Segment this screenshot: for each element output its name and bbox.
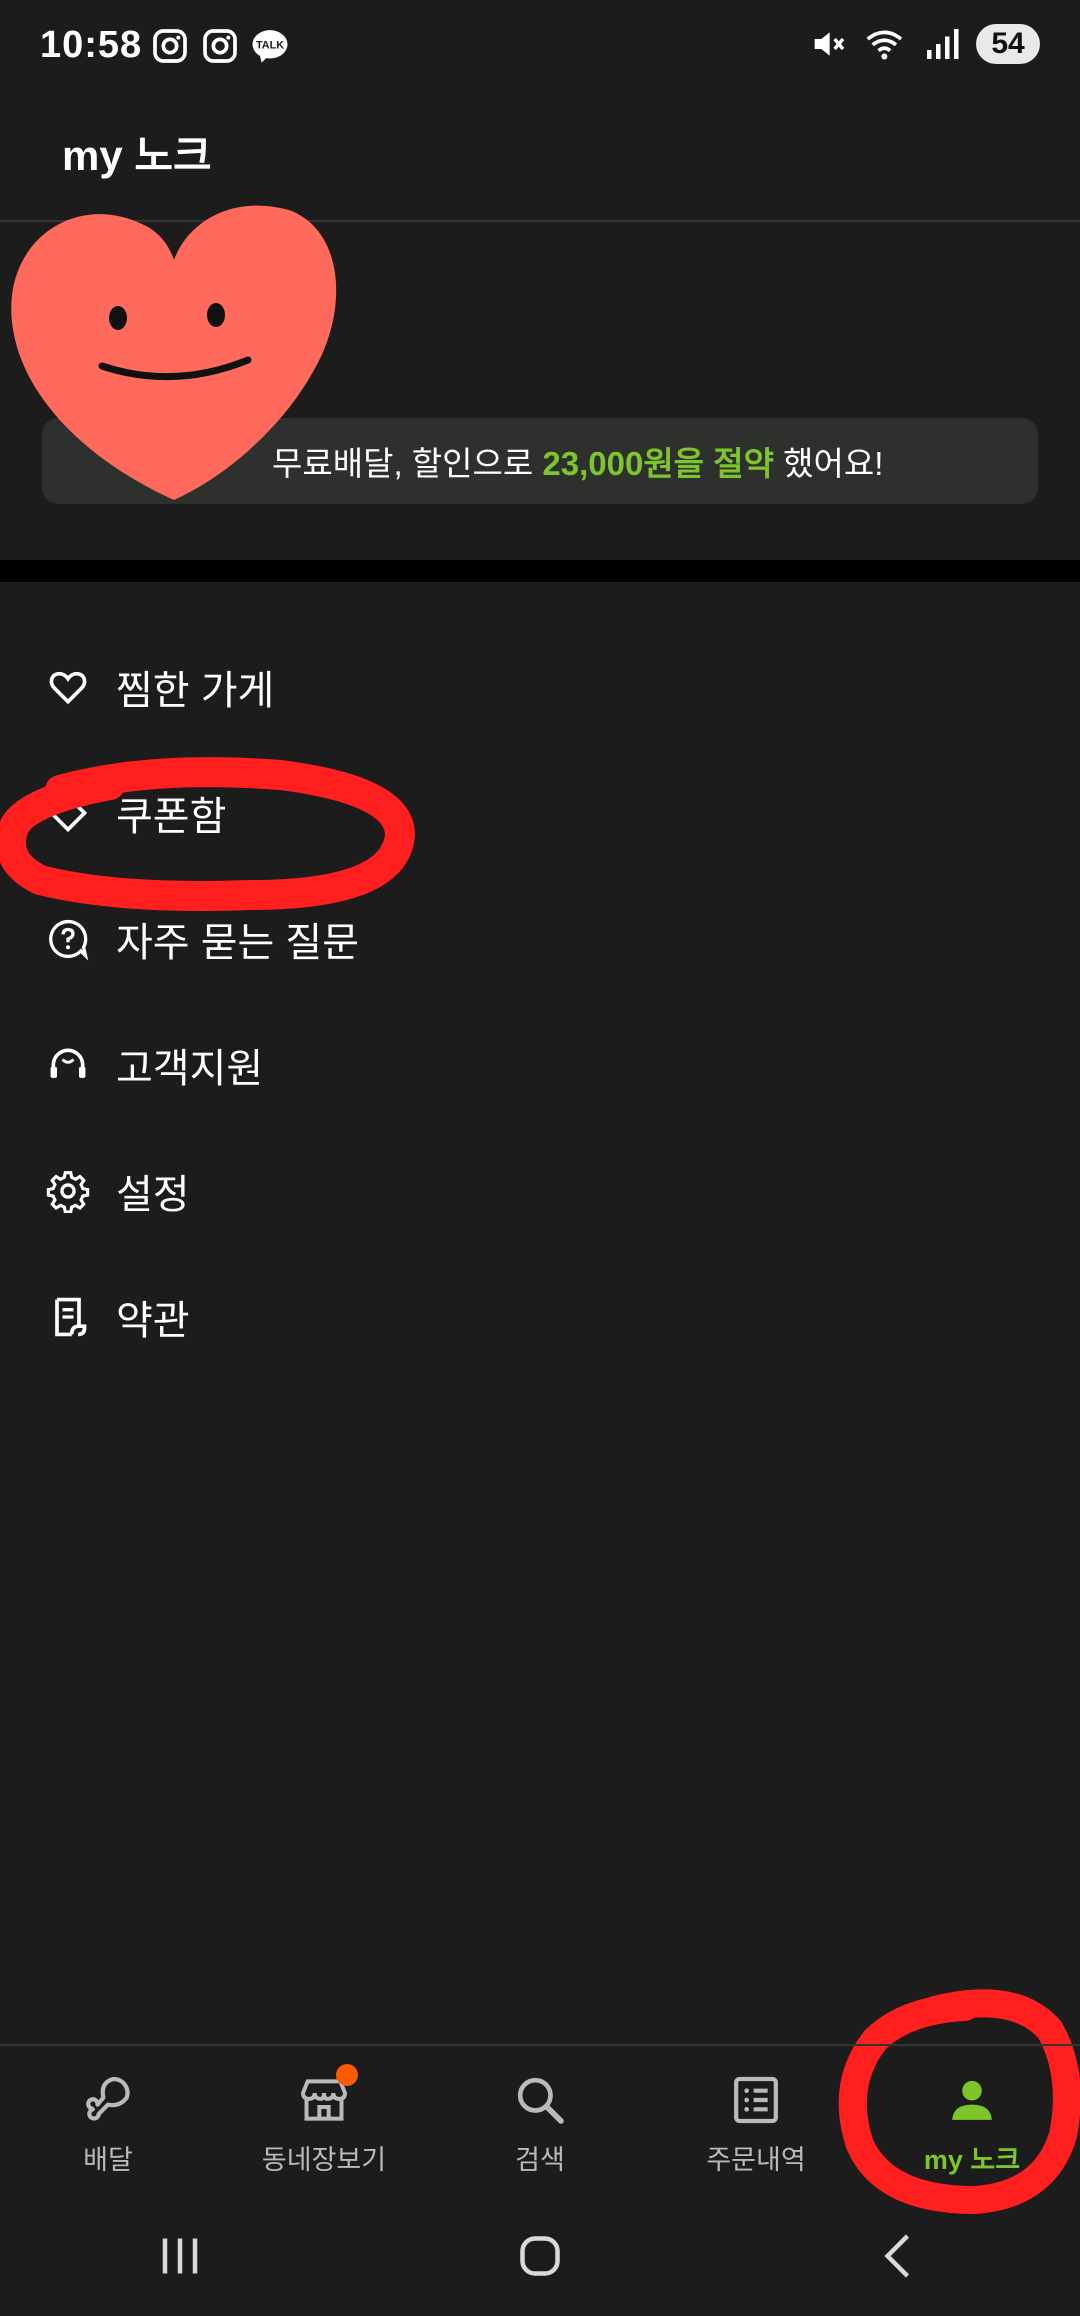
clock: 10:58	[40, 24, 143, 66]
instagram-icon	[203, 29, 237, 63]
coupon-icon	[44, 789, 92, 837]
signal-icon	[927, 29, 959, 59]
nav-tab-search[interactable]: 검색	[432, 2046, 648, 2196]
menu-item-coupons[interactable]: 쿠폰함	[0, 750, 1080, 876]
search-icon	[517, 2077, 564, 2124]
nav-label: 동네장보기	[261, 2145, 387, 2175]
order-list-icon	[734, 2076, 778, 2124]
document-icon	[44, 1293, 92, 1341]
battery-indicator: 54	[976, 24, 1040, 64]
heart-sticker	[11, 205, 337, 500]
section-divider	[0, 560, 1080, 582]
wifi-icon	[866, 30, 903, 60]
headset-icon	[44, 1041, 92, 1089]
mute-icon	[814, 32, 845, 56]
menu-item-settings[interactable]: 설정	[0, 1128, 1080, 1254]
status-bar: 10:58 TALK 54	[0, 0, 1080, 96]
menu-item-faq[interactable]: 자주 묻는 질문	[0, 876, 1080, 1002]
nav-tab-my[interactable]: my 노크	[864, 2046, 1080, 2196]
nav-label: my 노크	[923, 2145, 1021, 2175]
menu-item-label: 약관	[116, 1299, 190, 1343]
nav-tab-orders[interactable]: 주문내역	[648, 2046, 864, 2196]
back-icon[interactable]	[870, 2226, 930, 2286]
chicken-leg-icon	[86, 2076, 130, 2121]
recent-apps-icon[interactable]	[150, 2226, 210, 2286]
menu-list: 찜한 가게 쿠폰함 자주 묻는 질문 고객지원 설정 약관	[0, 624, 1080, 1380]
kakaotalk-icon: TALK	[252, 30, 288, 63]
nav-label: 검색	[515, 2145, 565, 2175]
menu-item-label: 자주 묻는 질문	[116, 921, 360, 965]
gear-icon	[44, 1167, 92, 1215]
savings-amount: 23,000원을 절약	[542, 445, 774, 482]
notification-icons: TALK	[150, 26, 290, 66]
menu-item-favorites[interactable]: 찜한 가게	[0, 624, 1080, 750]
faq-icon	[44, 915, 92, 963]
svg-text:TALK: TALK	[256, 40, 284, 52]
instagram-icon	[153, 29, 187, 63]
heart-icon	[44, 663, 92, 711]
menu-item-label: 찜한 가게	[116, 669, 275, 713]
nav-label: 주문내역	[706, 2145, 806, 2175]
nav-tab-delivery[interactable]: 배달	[0, 2046, 216, 2196]
page-title: my 노크	[62, 132, 212, 179]
menu-item-terms[interactable]: 약관	[0, 1254, 1080, 1380]
menu-item-label: 고객지원	[116, 1047, 264, 1091]
menu-item-label: 설정	[116, 1173, 190, 1217]
new-badge	[336, 2064, 358, 2086]
menu-item-label: 쿠폰함	[116, 795, 227, 839]
nav-tab-local-market[interactable]: 동네장보기	[216, 2046, 432, 2196]
menu-item-support[interactable]: 고객지원	[0, 1002, 1080, 1128]
savings-suffix: 했어요!	[783, 445, 884, 482]
nav-label: 배달	[83, 2145, 133, 2175]
system-navigation-bar	[0, 2196, 1080, 2316]
user-icon	[952, 2080, 992, 2120]
system-icons: 54	[808, 24, 1040, 64]
bottom-navigation: 배달 동네장보기 검색 주문내역 my 노크	[0, 2044, 1080, 2196]
home-icon[interactable]	[510, 2226, 570, 2286]
